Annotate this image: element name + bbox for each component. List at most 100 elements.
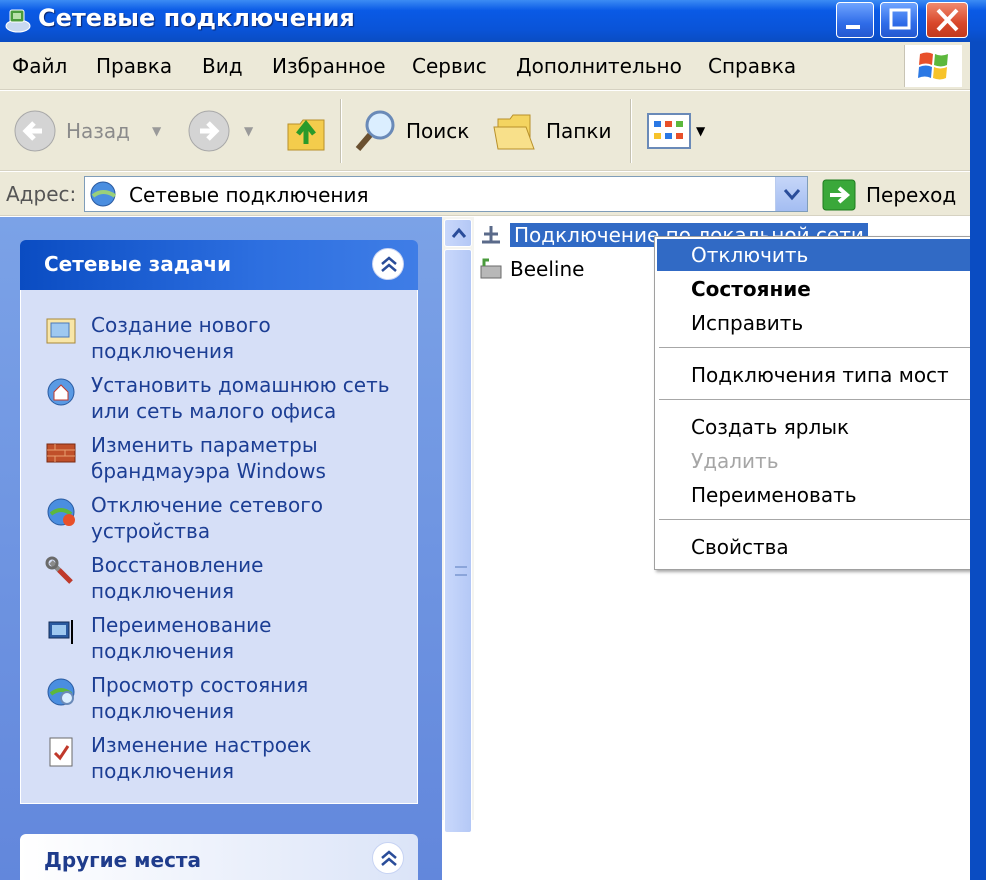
file-item-beeline[interactable]: Beeline [478, 254, 584, 284]
forward-dropdown-icon[interactable]: ▼ [244, 124, 253, 138]
task-label: Переименование подключения [91, 613, 272, 663]
back-arrow-icon [14, 110, 56, 152]
forward-button[interactable]: ▼ [186, 105, 253, 157]
back-button[interactable]: Назад ▼ [12, 105, 161, 157]
status-icon [47, 678, 75, 706]
other-places-header[interactable]: Другие места [20, 834, 418, 880]
task-firewall-settings[interactable]: Изменить параметры брандмауэра Windows [45, 432, 415, 488]
address-dropdown-button[interactable] [775, 177, 807, 211]
lan-connection-icon [482, 226, 500, 244]
folders-icon [493, 114, 535, 150]
folders-label: Папки [546, 119, 612, 143]
minimize-button[interactable] [836, 2, 874, 38]
menu-edit[interactable]: Правка [96, 54, 172, 78]
dialup-connection-icon [480, 258, 502, 279]
back-label: Назад [66, 119, 131, 143]
menu-file[interactable]: Файл [12, 54, 67, 78]
menu-item-disconnect[interactable]: Отключить [657, 239, 981, 271]
task-create-connection[interactable]: Создание нового подключения [45, 312, 415, 368]
search-button[interactable]: Поиск [352, 105, 469, 157]
double-chevron-up-icon [381, 850, 397, 866]
views-dropdown-icon: ▼ [696, 124, 706, 138]
menu-item-delete: Удалить [691, 449, 779, 473]
windows-logo [904, 45, 962, 87]
double-chevron-up-icon [381, 256, 397, 272]
task-label: Отключение сетевого устройства [91, 493, 323, 543]
menu-tools[interactable]: Сервис [412, 54, 487, 78]
other-places-title: Другие места [44, 848, 202, 872]
task-label: Восстановление подключения [91, 553, 264, 603]
context-menu: Отключить Состояние Исправить Подключени… [654, 236, 984, 570]
go-arrow-icon [822, 179, 856, 211]
menu-advanced[interactable]: Дополнительно [516, 54, 682, 78]
scroll-up-button[interactable] [444, 219, 472, 247]
menu-bar: Файл Правка Вид Избранное Сервис Дополни… [0, 42, 970, 90]
collapse-network-tasks-button[interactable] [372, 248, 404, 280]
task-change-settings[interactable]: Изменение настроек подключения [45, 732, 415, 788]
minimize-icon [846, 25, 860, 29]
folders-button[interactable]: Папки [492, 105, 611, 157]
go-button[interactable]: Переход [822, 178, 956, 212]
close-button[interactable] [926, 2, 968, 38]
title-bar: Сетевые подключения [0, 0, 986, 42]
up-folder-button[interactable] [284, 105, 328, 157]
menu-item-bridge[interactable]: Подключения типа мост [657, 359, 981, 391]
chevron-up-icon [451, 227, 467, 238]
task-repair-connection[interactable]: Восстановление подключения [45, 552, 415, 608]
firewall-icon [46, 443, 76, 463]
window-right-border [970, 42, 986, 880]
network-folder-icon [90, 181, 117, 207]
menu-separator [659, 519, 981, 520]
maximize-button[interactable] [880, 2, 918, 38]
go-label: Переход [866, 183, 957, 207]
menu-separator [659, 347, 981, 348]
menu-item-properties[interactable]: Свойства [657, 531, 981, 563]
search-icon [355, 110, 395, 151]
close-icon [936, 8, 959, 32]
task-disable-device[interactable]: Отключение сетевого устройства [45, 492, 415, 548]
views-button[interactable]: ▼ [646, 105, 705, 157]
scroll-grip [455, 566, 467, 576]
menu-help[interactable]: Справка [708, 54, 796, 78]
address-label: Адрес: [6, 182, 77, 206]
task-rename-connection[interactable]: Переименование подключения [45, 612, 415, 668]
network-tasks-header[interactable]: Сетевые задачи [20, 240, 418, 290]
network-tasks-title: Сетевые задачи [44, 252, 232, 276]
menu-favorites[interactable]: Избранное [272, 54, 386, 78]
menu-item-repair[interactable]: Исправить [657, 307, 981, 339]
task-label: Просмотр состояния подключения [91, 673, 309, 723]
window-title: Сетевые подключения [38, 4, 355, 32]
rename-icon [48, 620, 73, 644]
repair-icon [45, 556, 73, 584]
file-label: Beeline [510, 257, 585, 281]
network-tasks-panel: Создание нового подключения Установить д… [20, 290, 418, 804]
scroll-thumb[interactable] [444, 249, 472, 833]
task-label: Изменение настроек подключения [91, 733, 312, 783]
menu-item-status[interactable]: Состояние [657, 273, 981, 305]
vertical-scrollbar[interactable] [442, 217, 474, 833]
menu-item-rename[interactable]: Переименовать [657, 479, 981, 511]
task-label: Установить домашнюю сеть или сеть малого… [91, 373, 390, 423]
collapse-other-places-button[interactable] [372, 842, 404, 874]
network-connections-icon [5, 9, 31, 33]
task-home-network[interactable]: Установить домашнюю сеть или сеть малого… [45, 372, 415, 428]
settings-icon [49, 737, 73, 767]
maximize-icon [889, 8, 911, 30]
task-label: Создание нового подключения [91, 313, 271, 363]
search-label: Поиск [406, 119, 470, 143]
task-label: Изменить параметры брандмауэра Windows [91, 433, 326, 483]
new-connection-icon [46, 318, 76, 344]
windows-flag-icon [918, 52, 948, 80]
disable-device-icon [47, 498, 75, 526]
menu-view[interactable]: Вид [202, 54, 243, 78]
views-icon [647, 113, 691, 149]
back-dropdown-icon[interactable]: ▼ [152, 124, 161, 138]
address-field[interactable]: Сетевые подключения [84, 176, 808, 212]
task-view-status[interactable]: Просмотр состояния подключения [45, 672, 415, 728]
up-folder-icon [287, 119, 325, 151]
menu-item-create-shortcut[interactable]: Создать ярлык [657, 411, 981, 443]
home-network-icon [47, 378, 75, 406]
menu-separator [659, 399, 981, 400]
address-value: Сетевые подключения [129, 183, 369, 207]
chevron-down-icon [783, 189, 801, 201]
